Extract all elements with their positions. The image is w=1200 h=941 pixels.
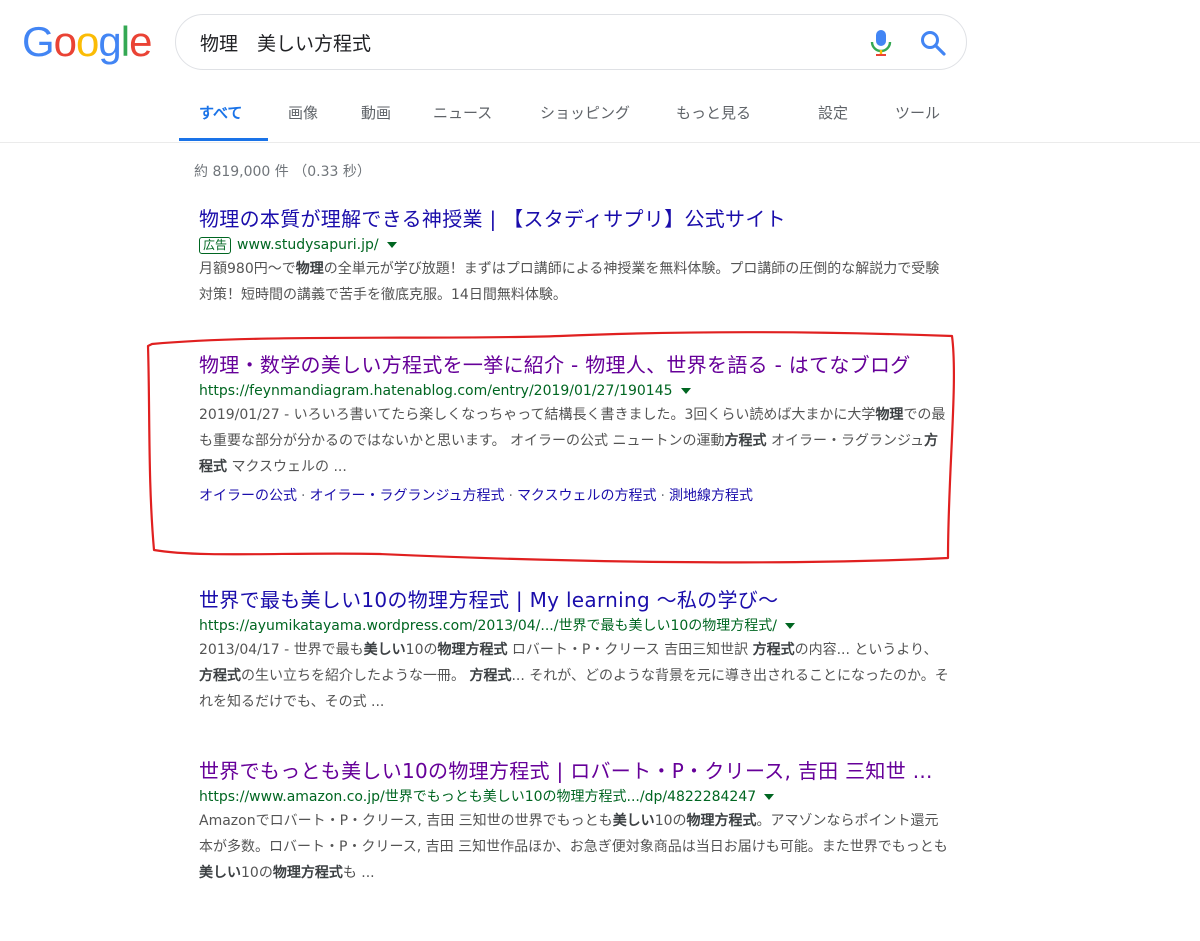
search-input[interactable] — [200, 23, 840, 61]
search-result: 世界で最も美しい10の物理方程式 | My learning ～私の学び～ ht… — [199, 585, 951, 715]
result-url-text[interactable]: https://www.amazon.co.jp/世界でもっとも美しい10の物理… — [199, 789, 756, 805]
result-snippet: 2013/04/17 - 世界で最も美しい10の物理方程式 ロバート・P・クリー… — [199, 642, 949, 710]
sitelink[interactable]: オイラーの公式 — [199, 488, 297, 504]
google-logo[interactable]: Google — [22, 18, 152, 65]
sitelink[interactable]: 測地線方程式 — [669, 488, 753, 504]
result-url: https://ayumikatayama.wordpress.com/2013… — [199, 615, 951, 637]
url-dropdown-icon[interactable] — [386, 242, 397, 248]
result-url-text[interactable]: https://feynmandiagram.hatenablog.com/en… — [199, 383, 673, 399]
mic-icon[interactable] — [869, 29, 893, 57]
result-snippet: 月額980円～で物理の全単元が学び放題！まずはプロ講師による神授業を無料体験。プ… — [199, 261, 940, 303]
tab-tools[interactable]: ツール — [895, 102, 940, 123]
logo-letter: o — [53, 18, 77, 65]
logo-letter: g — [98, 18, 121, 65]
tab-images[interactable]: 画像 — [288, 102, 318, 123]
search-result: 世界でもっとも美しい10の物理方程式 | ロバート・P・クリース, 吉田 三知世… — [199, 756, 951, 886]
result-title-link[interactable]: 物理・数学の美しい方程式を一挙に紹介 - 物理人、世界を語る - はてなブログ — [199, 350, 951, 380]
result-url: https://feynmandiagram.hatenablog.com/en… — [199, 380, 951, 402]
sitelink-separator: · — [301, 488, 306, 504]
sitelinks: オイラーの公式 · オイラー・ラグランジュ方程式 · マクスウェルの方程式 · 測地線方程式 — [199, 484, 951, 508]
active-tab-indicator — [179, 138, 268, 141]
url-dropdown-icon[interactable] — [764, 794, 775, 800]
result-url-text[interactable]: https://ayumikatayama.wordpress.com/2013… — [199, 618, 777, 634]
result-title-link[interactable]: 世界で最も美しい10の物理方程式 | My learning ～私の学び～ — [199, 585, 951, 615]
url-dropdown-icon[interactable] — [784, 623, 795, 629]
search-icon[interactable] — [919, 29, 947, 57]
result-title-link[interactable]: 物理の本質が理解できる神授業 | 【スタディサプリ】公式サイト — [199, 204, 951, 234]
search-box — [175, 14, 967, 70]
search-result: 物理・数学の美しい方程式を一挙に紹介 - 物理人、世界を語る - はてなブログ … — [199, 350, 951, 508]
result-stats: 約 819,000 件 （0.33 秒） — [194, 164, 371, 180]
logo-letter: o — [76, 18, 99, 65]
result-url-text[interactable]: www.studysapuri.jp/ — [237, 237, 379, 253]
logo-letter: e — [129, 18, 152, 65]
tab-videos[interactable]: 動画 — [361, 102, 391, 123]
result-snippet: Amazonでロバート・P・クリース, 吉田 三知世の世界でもっとも美しい10の… — [199, 813, 948, 881]
sitelink-separator: · — [508, 488, 513, 504]
sitelink[interactable]: マクスウェルの方程式 — [517, 488, 657, 504]
ad-badge: 広告 — [199, 236, 232, 254]
search-tabs: すべて 画像 動画 ニュース ショッピング もっと見る 設定 ツール — [0, 92, 1200, 143]
result-snippet: 2019/01/27 - いろいろ書いてたら楽しくなっちゃって結構長く書きました… — [199, 407, 946, 475]
tab-settings[interactable]: 設定 — [818, 102, 848, 123]
tab-more[interactable]: もっと見る — [676, 102, 751, 123]
result-url: 広告 www.studysapuri.jp/ — [199, 234, 951, 256]
tab-all[interactable]: すべて — [199, 102, 242, 123]
url-dropdown-icon[interactable] — [680, 388, 691, 394]
result-url: https://www.amazon.co.jp/世界でもっとも美しい10の物理… — [199, 786, 951, 808]
logo-letter: l — [120, 18, 130, 65]
result-title-link[interactable]: 世界でもっとも美しい10の物理方程式 | ロバート・P・クリース, 吉田 三知世… — [199, 756, 951, 786]
sitelink-separator: · — [660, 488, 665, 504]
search-result-ad: 物理の本質が理解できる神授業 | 【スタディサプリ】公式サイト 広告 www.st… — [199, 204, 951, 308]
tab-news[interactable]: ニュース — [433, 102, 492, 123]
sitelink[interactable]: オイラー・ラグランジュ方程式 — [309, 488, 504, 504]
tab-shopping[interactable]: ショッピング — [540, 102, 630, 123]
logo-letter: G — [22, 18, 55, 65]
